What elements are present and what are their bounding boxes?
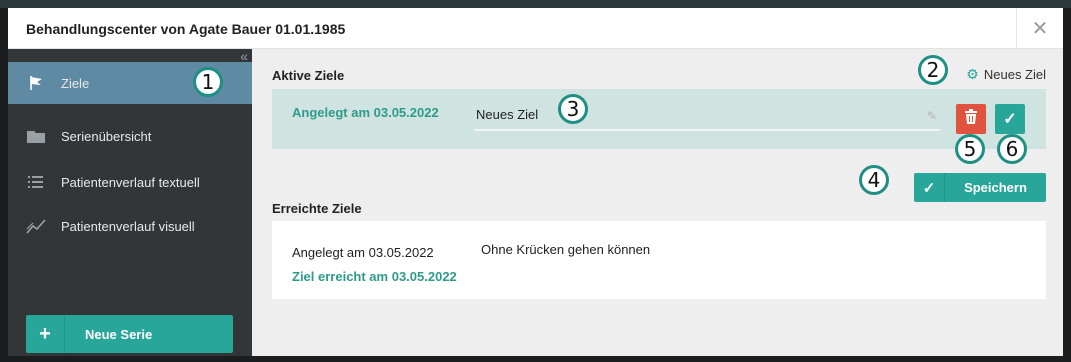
callout-marker: 3 [558,94,588,124]
reached-goal-card: Angelegt am 03.05.2022 Ziel erreicht am … [272,221,1046,299]
active-goal-row: Angelegt am 03.05.2022 ✎ ✓ [272,89,1046,149]
new-serie-button[interactable]: + Neue Serie [26,315,233,353]
collapse-sidebar-icon[interactable]: « [240,49,248,63]
plus-icon: + [26,315,65,353]
callout-marker: 6 [997,134,1027,164]
goals-panel: Aktive Ziele ⚙ Neues Ziel Angelegt am 03… [252,49,1063,356]
confirm-goal-button[interactable]: ✓ [995,104,1025,134]
pencil-icon: ✎ [927,109,938,123]
sidebar-item-patientenverlauf-textuell[interactable]: Patientenverlauf textuell [8,161,252,203]
active-goal-created: Angelegt am 03.05.2022 [292,105,439,120]
delete-goal-button[interactable] [956,104,986,134]
modal-title: Behandlungscenter von Agate Bauer 01.01.… [26,21,346,37]
sidebar-item-label: Serienübersicht [61,128,152,144]
app-background [0,0,1071,8]
sidebar-item-label: Ziele [61,75,90,91]
callout-marker: 2 [918,55,948,85]
save-label: Speichern [964,180,1027,195]
callout-marker: 1 [193,67,223,97]
reached-goals-title: Erreichte Ziele [272,201,362,216]
trash-icon [964,108,978,130]
reached-goal-created: Angelegt am 03.05.2022 [292,245,434,260]
active-goals-title: Aktive Ziele [272,68,345,83]
goal-text-input[interactable] [474,99,940,131]
modal-header: Behandlungscenter von Agate Bauer 01.01.… [8,8,1063,49]
flag-icon [24,74,48,92]
new-goal-label: Neues Ziel [983,67,1046,82]
sidebar-item-serienuebersicht[interactable]: Serienübersicht [8,115,252,157]
check-icon: ✓ [1003,111,1017,128]
treatment-center-modal: Behandlungscenter von Agate Bauer 01.01.… [8,8,1063,356]
save-button[interactable]: ✓ Speichern [914,173,1046,202]
reached-goal-done: Ziel erreicht am 03.05.2022 [292,269,457,284]
gear-icon: ⚙ [966,66,979,82]
new-goal-link[interactable]: ⚙ Neues Ziel [966,66,1046,83]
folder-icon [24,128,48,144]
reached-goal-text: Ohne Krücken gehen können [481,242,651,257]
sidebar-item-label: Patientenverlauf textuell [61,174,200,190]
callout-marker: 4 [859,165,889,195]
check-icon: ✓ [914,173,945,202]
chart-icon [24,218,48,234]
new-serie-label: Neue Serie [85,326,153,342]
sidebar-item-patientenverlauf-visuell[interactable]: Patientenverlauf visuell [8,205,252,247]
sidebar-item-label: Patientenverlauf visuell [61,218,195,234]
close-button[interactable]: ✕ [1016,8,1063,48]
close-icon: ✕ [1031,17,1049,40]
callout-marker: 5 [955,134,985,164]
list-icon [24,175,48,189]
